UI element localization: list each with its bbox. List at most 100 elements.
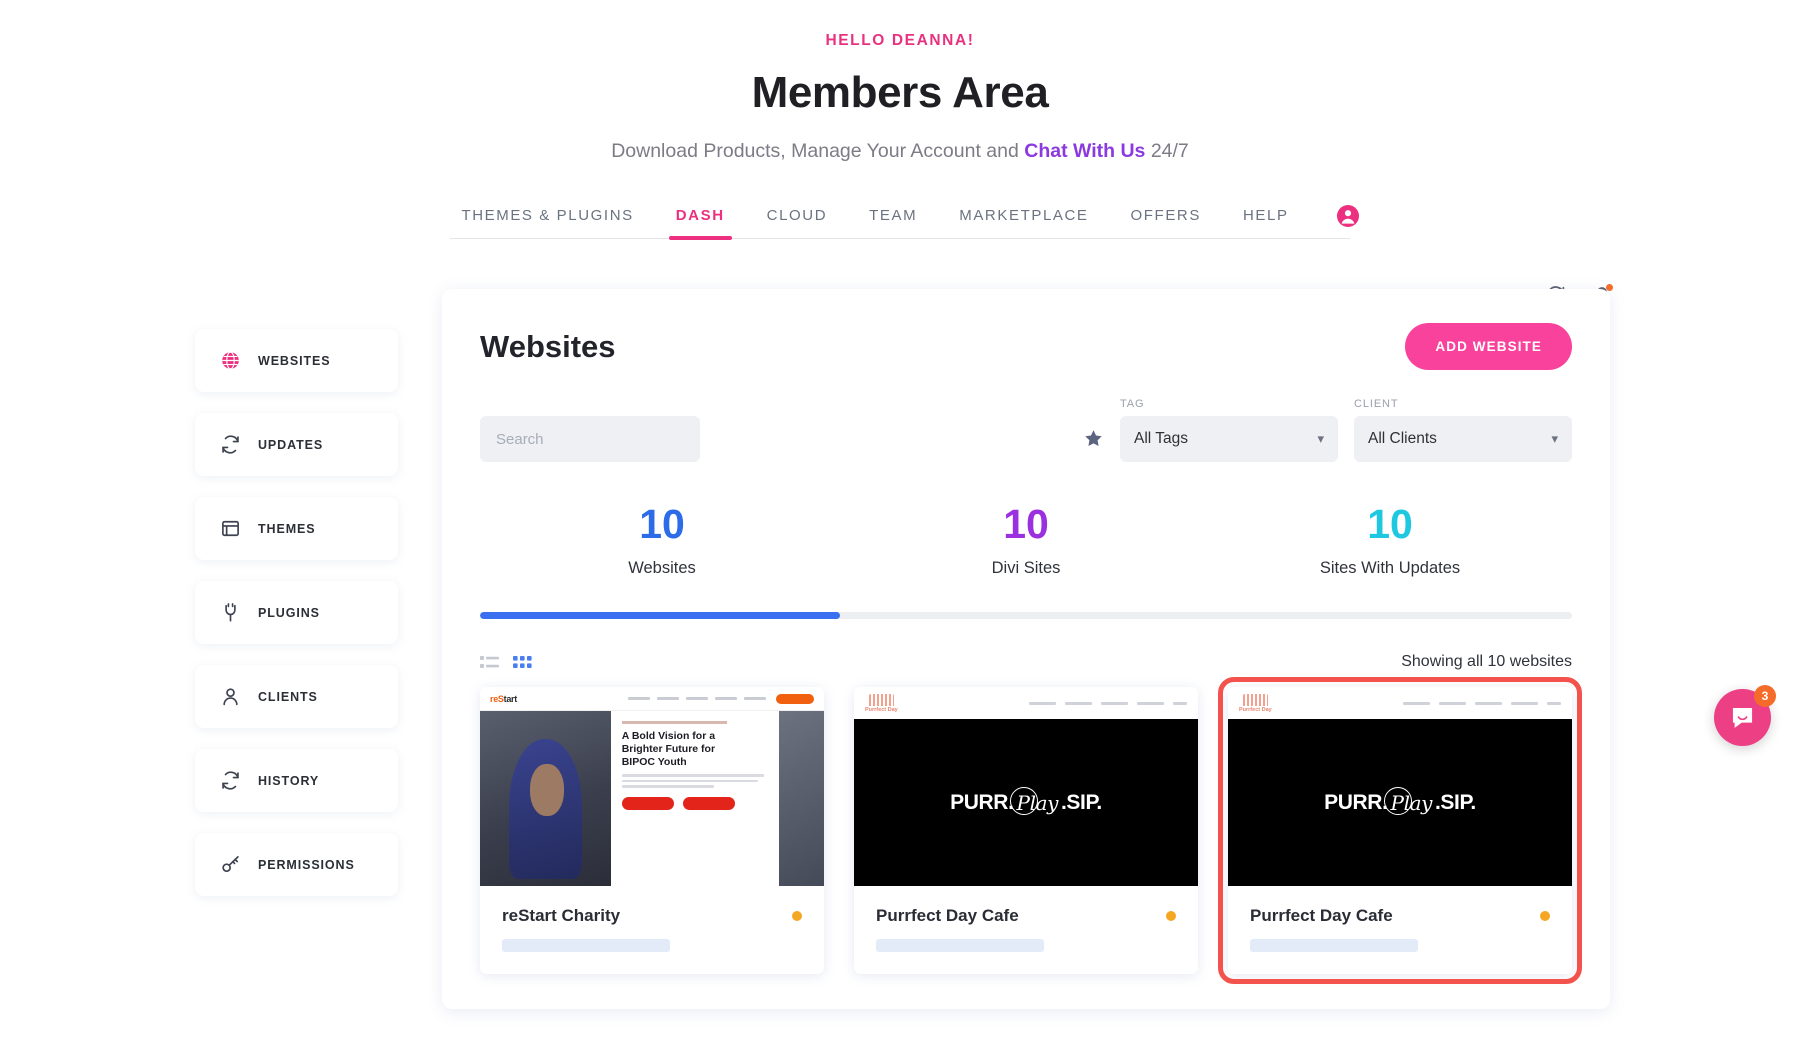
stat-label: Sites With Updates	[1319, 559, 1461, 577]
website-thumbnail: Purrfect Day PURR. Play .SIP.	[854, 687, 1198, 886]
notification-dot	[1606, 284, 1613, 291]
website-name: reStart Charity	[502, 906, 621, 925]
hero-subtitle-suffix: 24/7	[1145, 140, 1189, 162]
add-website-button[interactable]: ADD WEBSITE	[1405, 323, 1572, 370]
globe-icon	[220, 350, 242, 371]
stat-label: Websites	[628, 559, 696, 577]
nav-tab-themes-plugins[interactable]: THEMES & PLUGINS	[440, 201, 654, 238]
sidebar-item-label: PLUGINS	[258, 605, 320, 620]
website-name: Purrfect Day Cafe	[876, 906, 1019, 925]
sidebar-item-label: UPDATES	[258, 437, 324, 452]
sidebar-item-label: THEMES	[258, 521, 316, 536]
thumb-hero: PURR. Play .SIP.	[854, 719, 1198, 886]
sidebar-item-clients[interactable]: CLIENTS	[195, 665, 398, 728]
thumb-logo: Purrfect Day	[1239, 693, 1272, 713]
client-filter: CLIENT All Clients ▾	[1354, 398, 1572, 462]
client-filter-select[interactable]: All Clients ▾	[1354, 416, 1572, 462]
stat-label: Divi Sites	[991, 559, 1061, 577]
page-title: Members Area	[751, 68, 1049, 117]
tag-filter-select[interactable]: All Tags ▾	[1120, 416, 1338, 462]
website-card[interactable]: reStart A Bold Vision for a Brighter Futu…	[480, 687, 824, 974]
thumb-tagline: PURR. Play .SIP.	[950, 786, 1102, 815]
greeting-text: HELLO DEANNA!	[825, 32, 975, 49]
window-icon	[220, 518, 242, 539]
client-filter-value: All Clients	[1368, 430, 1437, 447]
stat-value: 10	[639, 501, 685, 547]
sidebar-item-label: WEBSITES	[258, 353, 331, 368]
chat-with-us-link[interactable]: Chat With Us	[1024, 140, 1145, 162]
website-url-placeholder	[502, 939, 670, 952]
filter-bar: TAG All Tags ▾ CLIENT All Clients ▾	[480, 398, 1572, 462]
grid-view-icon[interactable]	[513, 655, 532, 669]
nav-tab-team[interactable]: TEAM	[848, 201, 938, 238]
showing-count-text: Showing all 10 websites	[1401, 653, 1572, 670]
website-thumbnail: reStart A Bold Vision for a Brighter Futu…	[480, 687, 824, 886]
sidebar-item-permissions[interactable]: PERMISSIONS	[195, 833, 398, 896]
tag-filter: TAG All Tags ▾	[1120, 398, 1338, 462]
list-view-icon[interactable]	[480, 655, 499, 669]
status-dot	[1166, 911, 1176, 921]
star-icon[interactable]	[1083, 428, 1104, 462]
tag-filter-label: TAG	[1120, 398, 1145, 410]
main-nav: THEMES & PLUGINS DASH CLOUD TEAM MARKETPLACE…	[450, 201, 1359, 240]
sidebar-item-themes[interactable]: THEMES	[195, 497, 398, 560]
tag-filter-value: All Tags	[1134, 430, 1188, 447]
plug-icon	[220, 602, 242, 623]
nav-tab-offers[interactable]: OFFERS	[1110, 201, 1222, 238]
thumb-photo	[480, 711, 611, 886]
chat-bubble-icon	[1732, 707, 1753, 728]
nav-tab-help[interactable]: HELP	[1222, 201, 1310, 238]
thumb-headline: A Bold Vision for a Brighter Future for BI…	[621, 730, 716, 768]
thumb-site-nav: Purrfect Day	[854, 687, 1198, 719]
website-name: Purrfect Day Cafe	[1250, 906, 1393, 925]
client-filter-label: CLIENT	[1354, 398, 1399, 410]
chat-unread-badge: 3	[1754, 685, 1776, 707]
progress-bar-fill	[480, 612, 841, 619]
thumb-logo: Purrfect Day	[865, 693, 898, 713]
thumb-nav-links	[1029, 701, 1187, 705]
account-circle-icon[interactable]	[1336, 204, 1360, 228]
website-url-placeholder	[1250, 939, 1418, 952]
nav-tab-list: THEMES & PLUGINS DASH CLOUD TEAM MARKETPLACE…	[440, 201, 1310, 240]
nav-tab-dash[interactable]: DASH	[655, 201, 746, 240]
website-url-placeholder	[876, 939, 1044, 952]
refresh-icon	[220, 770, 242, 791]
search-input[interactable]	[480, 416, 700, 462]
panel-title: Websites	[480, 328, 616, 364]
website-card[interactable]: Purrfect Day PURR. Play .SIP. Purrfect Day…	[1218, 677, 1582, 984]
nav-tab-marketplace[interactable]: MARKETPLACE	[938, 201, 1109, 238]
stat-sites-with-updates: 10 Sites With Updates	[1208, 504, 1572, 578]
stat-value: 10	[1367, 501, 1413, 547]
sidebar-item-updates[interactable]: UPDATES	[195, 413, 398, 476]
sidebar-item-plugins[interactable]: PLUGINS	[195, 581, 398, 644]
website-thumbnail: Purrfect Day PURR. Play .SIP.	[1228, 687, 1572, 886]
chat-launcher-button[interactable]: 3	[1714, 685, 1776, 746]
sidebar: WEBSITES UPDATES THEMES PLUGINS CLIENTS …	[195, 289, 398, 1009]
stats-row: 10 Websites 10 Divi Sites 10 Sites With Up…	[480, 504, 1572, 578]
sidebar-item-label: PERMISSIONS	[258, 857, 355, 872]
stat-divi-sites: 10 Divi Sites	[844, 504, 1208, 578]
websites-panel: Websites ADD WEBSITE TAG All Tags ▾	[442, 289, 1610, 1009]
thumb-cta-button	[776, 693, 814, 704]
key-icon	[220, 854, 242, 875]
thumb-hero: A Bold Vision for a Brighter Future for BI…	[480, 711, 824, 886]
website-card-body: reStart Charity	[480, 886, 824, 974]
sidebar-item-websites[interactable]: WEBSITES	[195, 329, 398, 392]
chevron-down-icon: ▾	[1551, 431, 1558, 446]
thumb-tagline: PURR. Play .SIP.	[1324, 786, 1476, 815]
sidebar-item-history[interactable]: HISTORY	[195, 749, 398, 812]
thumb-hero: PURR. Play .SIP.	[1228, 719, 1572, 886]
website-card[interactable]: Purrfect Day PURR. Play .SIP. Purrfect Day…	[854, 687, 1198, 974]
nav-tab-cloud[interactable]: CLOUD	[746, 201, 849, 238]
thumb-nav-links	[1403, 701, 1561, 705]
thumb-nav-links	[628, 697, 766, 700]
stat-websites: 10 Websites	[480, 504, 844, 578]
sidebar-item-label: CLIENTS	[258, 689, 318, 704]
website-card-body: Purrfect Day Cafe	[854, 886, 1198, 974]
refresh-icon	[220, 434, 242, 455]
hero-subtitle: Download Products, Manage Your Account a…	[0, 140, 1800, 163]
chevron-down-icon: ▾	[1317, 431, 1324, 446]
progress-bar	[480, 612, 1572, 619]
website-card-body: Purrfect Day Cafe	[1228, 886, 1572, 974]
hero-header: HELLO DEANNA! Members Area Download Prod…	[0, 0, 1800, 163]
